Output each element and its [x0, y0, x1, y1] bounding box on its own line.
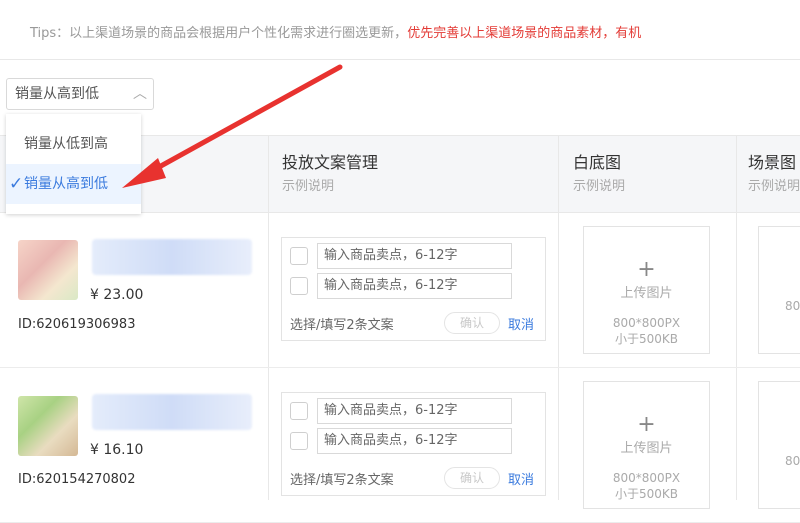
copy-checkbox[interactable] [290, 432, 308, 450]
column-scene: 场景图 示例说明 [748, 152, 800, 197]
upload-label: 上传图片 [620, 286, 673, 301]
sort-dropdown: 销量从低到高 ✓ 销量从高到低 [6, 114, 141, 214]
product-thumbnail[interactable] [18, 240, 78, 300]
sort-select[interactable]: 销量从高到低 ︿ [6, 78, 154, 110]
column-copy-title: 投放文案管理 [282, 153, 379, 172]
tips-highlight: 优先完善以上渠道场景的商品素材，有机 [407, 26, 642, 41]
upload-size-partial: 80 [785, 454, 800, 468]
copy-editor: 输入商品卖点，6-12字 输入商品卖点，6-12字 选择/填写2条文案 确认 取… [281, 237, 546, 341]
copy-input[interactable]: 输入商品卖点，6-12字 [317, 428, 512, 454]
product-id: ID:620619306983 [18, 317, 136, 332]
column-copy-example-link[interactable]: 示例说明 [282, 177, 378, 197]
plus-icon: + [637, 257, 656, 282]
product-id: ID:620154270802 [18, 472, 136, 487]
tips-banner: Tips：以上渠道场景的商品会根据用户个性化需求进行圈选更新，优先完善以上渠道场… [0, 0, 800, 60]
copy-editor: 输入商品卖点，6-12字 输入商品卖点，6-12字 选择/填写2条文案 确认 取… [281, 392, 546, 496]
table-row: ¥ 23.00 ID:620619306983 输入商品卖点，6-12字 输入商… [0, 213, 800, 368]
white-bg-upload[interactable]: + 上传图片 800*800PX 小于500KB [583, 381, 710, 509]
confirm-button[interactable]: 确认 [444, 312, 500, 334]
column-scene-example-link[interactable]: 示例说明 [748, 177, 800, 197]
copy-checkbox[interactable] [290, 277, 308, 295]
column-white-bg-example-link[interactable]: 示例说明 [573, 177, 625, 197]
copy-hint: 选择/填写2条文案 [290, 318, 394, 333]
copy-checkbox[interactable] [290, 402, 308, 420]
column-scene-title: 场景图 [748, 153, 797, 172]
plus-icon: + [637, 412, 656, 437]
copy-input[interactable]: 输入商品卖点，6-12字 [317, 243, 512, 269]
sort-option-label: 销量从低到高 [24, 136, 108, 152]
column-white-bg: 白底图 示例说明 [573, 152, 625, 197]
upload-label: 上传图片 [620, 441, 673, 456]
sort-option-high-to-low[interactable]: ✓ 销量从高到低 [6, 164, 141, 204]
cancel-link[interactable]: 取消 [508, 314, 534, 333]
upload-size: 800*800PX [612, 471, 681, 485]
product-price: ¥ 16.10 [90, 442, 144, 458]
column-copy: 投放文案管理 示例说明 [282, 152, 378, 197]
product-price: ¥ 23.00 [90, 287, 144, 303]
scene-upload[interactable]: 80 [758, 226, 800, 354]
chevron-up-icon: ︿ [133, 86, 147, 102]
product-thumbnail[interactable] [18, 396, 78, 456]
column-white-bg-title: 白底图 [573, 153, 622, 172]
copy-input[interactable]: 输入商品卖点，6-12字 [317, 398, 512, 424]
product-title-blurred[interactable] [92, 394, 252, 430]
sort-selected-value: 销量从高到低 [15, 86, 99, 102]
sort-option-low-to-high[interactable]: 销量从低到高 [6, 124, 141, 164]
tips-text: Tips：以上渠道场景的商品会根据用户个性化需求进行圈选更新， [30, 26, 408, 41]
cancel-link[interactable]: 取消 [508, 469, 534, 488]
copy-hint: 选择/填写2条文案 [290, 473, 394, 488]
scene-upload[interactable]: 80 [758, 381, 800, 509]
product-title-blurred[interactable] [92, 239, 252, 275]
white-bg-upload[interactable]: + 上传图片 800*800PX 小于500KB [583, 226, 710, 354]
upload-size-partial: 80 [785, 299, 800, 313]
check-icon: ✓ [9, 174, 24, 194]
upload-limit: 小于500KB [614, 332, 678, 346]
upload-size: 800*800PX [612, 316, 681, 330]
copy-input[interactable]: 输入商品卖点，6-12字 [317, 273, 512, 299]
copy-checkbox[interactable] [290, 247, 308, 265]
confirm-button[interactable]: 确认 [444, 467, 500, 489]
sort-option-label: 销量从高到低 [24, 176, 108, 192]
